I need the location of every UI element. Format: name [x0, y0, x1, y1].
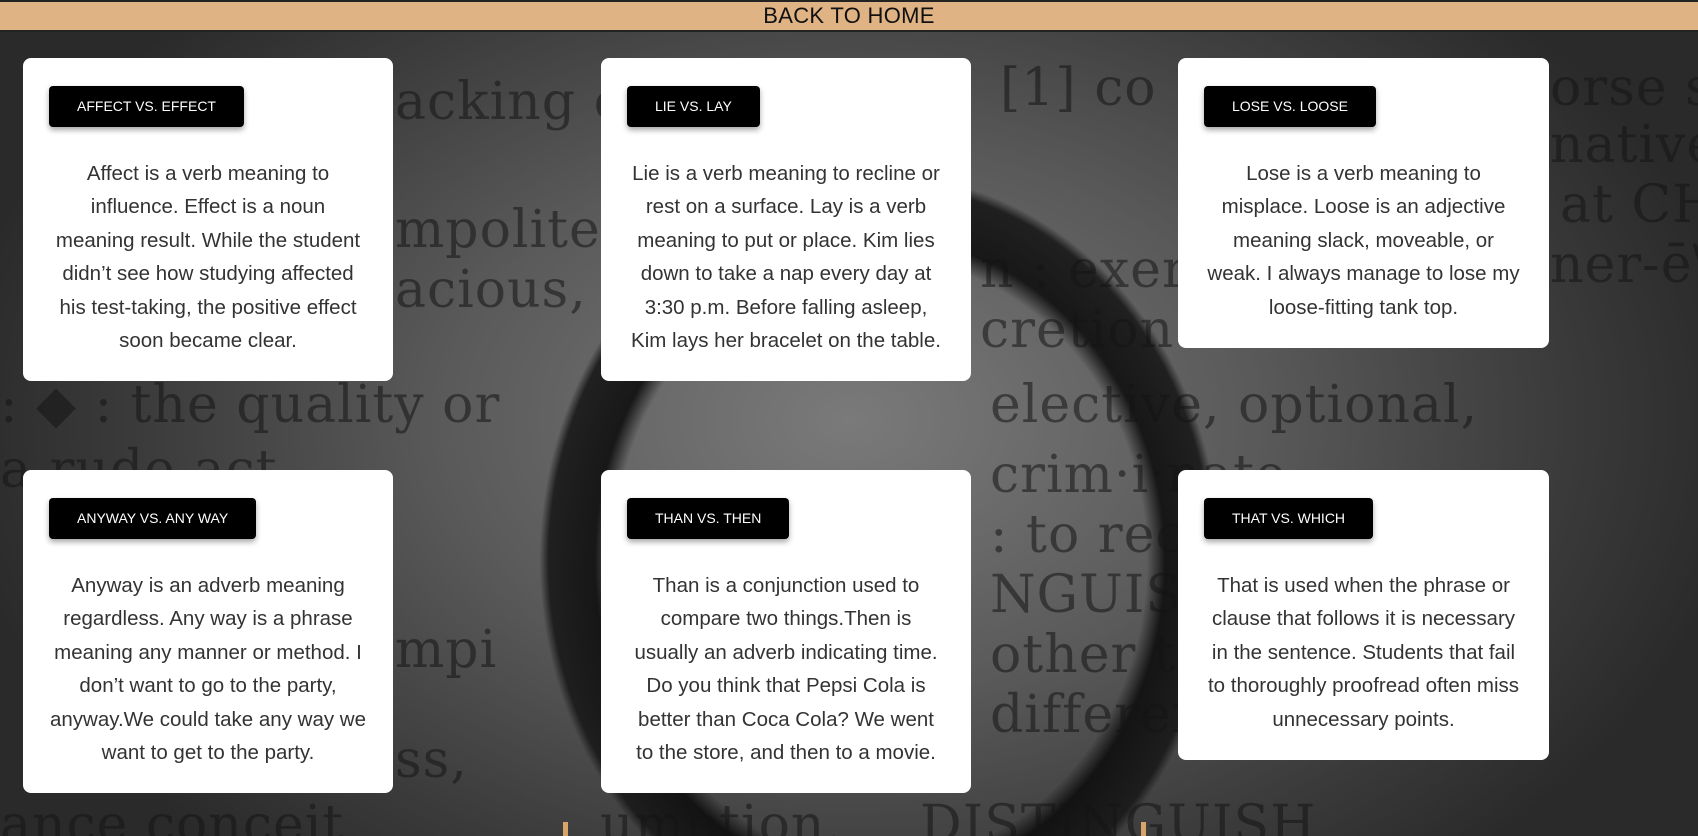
card-tag-button[interactable]: THAN VS. THEN [627, 498, 790, 539]
card-tag-button[interactable]: ANYWAY VS. ANY WAY [49, 498, 257, 539]
card-tag-button[interactable]: THAT VS. WHICH [1204, 498, 1374, 539]
word-card-lose-loose: LOSE VS. LOOSE Lose is a verb meaning to… [1178, 58, 1549, 349]
card-tag-button[interactable]: LIE VS. LAY [627, 86, 760, 127]
back-to-home-link[interactable]: BACK TO HOME [763, 3, 935, 29]
card-tag-button[interactable]: LOSE VS. LOOSE [1204, 86, 1376, 127]
card-description: Lie is a verb meaning to recline or rest… [631, 162, 941, 353]
card-description: Anyway is an adverb meaning regardless. … [49, 574, 366, 765]
top-nav-bar: BACK TO HOME [0, 0, 1698, 32]
word-card-lie-lay: LIE VS. LAY Lie is a verb meaning to rec… [601, 58, 971, 382]
accent-tick [563, 822, 568, 836]
word-card-than-then: THAN VS. THEN Than is a conjunction used… [601, 470, 971, 794]
accent-tick [1141, 822, 1146, 836]
word-card-anyway-any-way: ANYWAY VS. ANY WAY Anyway is an adverb m… [23, 470, 393, 794]
card-description: That is used when the phrase or clause t… [1207, 574, 1520, 731]
card-tag-button[interactable]: AFFECT VS. EFFECT [49, 86, 244, 127]
card-description: Than is a conjunction used to compare tw… [634, 574, 938, 765]
word-card-affect-effect: AFFECT VS. EFFECT Affect is a verb meani… [23, 58, 393, 382]
card-description: Affect is a verb meaning to influence. E… [55, 162, 361, 353]
word-card-that-which: THAT VS. WHICH That is used when the phr… [1178, 470, 1549, 761]
card-description: Lose is a verb meaning to misplace. Loos… [1207, 162, 1520, 319]
